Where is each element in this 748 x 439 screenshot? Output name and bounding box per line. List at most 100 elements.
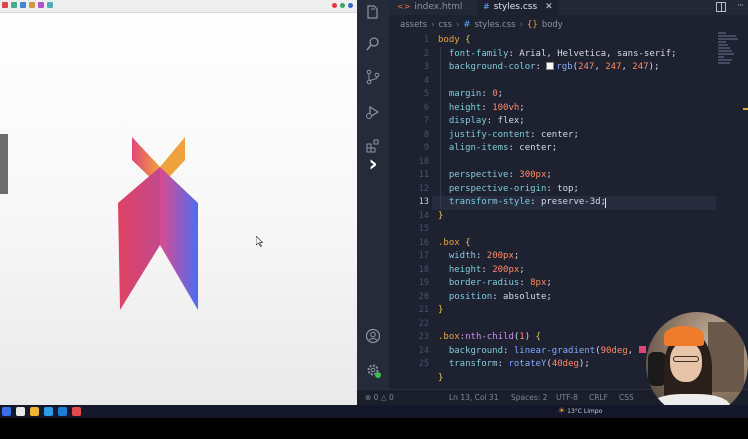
code-line[interactable]: display: flex;: [438, 115, 525, 129]
code-line[interactable]: width: 200px;: [438, 250, 519, 264]
browser-tab-icon[interactable]: [38, 2, 44, 8]
code-line[interactable]: }: [438, 372, 443, 386]
breadcrumb-item[interactable]: css: [438, 20, 452, 30]
code-token: 40deg: [551, 359, 579, 369]
browser-icon[interactable]: [44, 407, 53, 416]
code-line[interactable]: position: absolute;: [438, 291, 552, 305]
code-token: 200px: [486, 251, 514, 261]
code-line[interactable]: .box {: [438, 237, 471, 251]
code-token: : Arial, Helvetica, sans-serif;: [508, 48, 677, 59]
line-number: 10: [418, 156, 429, 167]
code-token: height: [438, 264, 482, 275]
browser-tab-icon[interactable]: [29, 2, 35, 8]
code-line[interactable]: margin: 0;: [438, 88, 503, 102]
browser-tab-icon[interactable]: [20, 2, 26, 8]
language-mode[interactable]: CSS: [619, 393, 634, 402]
code-token: :: [497, 359, 509, 369]
code-token: justify-content: [438, 129, 531, 140]
run-debug-icon[interactable]: [365, 104, 381, 120]
code-line[interactable]: background-color: rgb(247, 247, 247);: [438, 61, 659, 75]
indentation-setting[interactable]: Spaces: 2: [511, 393, 547, 402]
code-line[interactable]: }: [438, 210, 443, 224]
line-number: 22: [418, 318, 429, 329]
search-icon[interactable]: [16, 407, 25, 416]
code-line[interactable]: font-family: Arial, Helvetica, sans-seri…: [438, 48, 677, 62]
code-line[interactable]: perspective-origin: top;: [438, 183, 579, 197]
files-icon[interactable]: [365, 4, 381, 20]
line-number: 8: [423, 129, 429, 140]
chevron-right-icon[interactable]: ›: [358, 150, 388, 180]
cursor-position[interactable]: Ln 13, Col 31: [449, 393, 498, 402]
code-token: 8px: [530, 278, 547, 288]
weather-widget[interactable]: ☀ 13°C Limpo: [558, 406, 602, 415]
color-swatch[interactable]: [638, 345, 646, 353]
code-line[interactable]: .box:nth-child(1) {: [438, 331, 541, 345]
browser-tab-icon[interactable]: [11, 2, 17, 8]
extension-icon[interactable]: [348, 3, 353, 8]
code-line[interactable]: justify-content: center;: [438, 129, 579, 143]
code-token: transform: [438, 359, 498, 369]
sun-icon: ☀: [558, 406, 566, 415]
folder-icon[interactable]: [30, 407, 39, 416]
code-token: 100vh: [492, 102, 520, 113]
tab-styles-css[interactable]: # styles.css ✕: [477, 0, 559, 15]
code-line[interactable]: transform: rotateY(40deg);: [438, 358, 590, 372]
split-editor-icon[interactable]: [716, 2, 726, 12]
line-ending-setting[interactable]: CRLF: [589, 393, 608, 402]
tab-index-html[interactable]: <> index.html: [397, 0, 462, 15]
color-swatch[interactable]: [546, 62, 555, 70]
extension-icon[interactable]: [332, 3, 337, 8]
code-token: display: [438, 116, 487, 126]
code-line[interactable]: }: [438, 304, 443, 318]
code-line[interactable]: background: linear-gradient(90deg,: [438, 345, 646, 359]
line-number: 23: [418, 332, 429, 342]
code-line[interactable]: height: 200px;: [438, 264, 525, 278]
breadcrumb-item[interactable]: body: [542, 20, 563, 30]
vscode-icon[interactable]: [58, 407, 67, 416]
browser-tab-icon[interactable]: [47, 2, 53, 8]
encoding-setting[interactable]: UTF-8: [556, 393, 578, 402]
webcam-overlay: [646, 312, 748, 417]
breadcrumb-item[interactable]: assets: [400, 20, 427, 30]
code-line[interactable]: align-items: center;: [438, 142, 557, 156]
line-number: 24: [418, 345, 429, 356]
code-token: :: [481, 89, 493, 99]
code-token: {: [459, 35, 471, 45]
start-icon[interactable]: [2, 407, 11, 416]
code-token: ;: [497, 89, 504, 99]
close-icon[interactable]: ✕: [545, 2, 553, 12]
line-number: 1: [423, 35, 429, 45]
breadcrumb: assets › css › # styles.css › {} body: [400, 18, 563, 32]
code-token: :: [503, 345, 514, 356]
breadcrumb-item[interactable]: styles.css: [475, 20, 516, 30]
code-token: 247: [605, 62, 622, 72]
source-control-icon[interactable]: [365, 69, 381, 85]
code-token: background: [438, 345, 504, 356]
settings-icon[interactable]: [365, 362, 381, 378]
search-icon[interactable]: [365, 36, 381, 52]
code-line[interactable]: height: 100vh;: [438, 102, 525, 116]
symbol-icon: {}: [526, 20, 538, 30]
account-icon[interactable]: [365, 328, 381, 344]
code-line[interactable]: body {: [438, 34, 471, 48]
more-actions-icon[interactable]: ···: [737, 0, 744, 13]
app-icon[interactable]: [72, 407, 81, 416]
side-panel-handle[interactable]: [0, 134, 8, 194]
minimap[interactable]: [718, 32, 740, 72]
code-token: .box: [438, 332, 460, 342]
code-line[interactable]: border-radius: 8px;: [438, 277, 552, 291]
code-token: font-family: [438, 48, 509, 59]
line-number: 3: [423, 62, 429, 72]
code-token: perspective-origin: [438, 183, 547, 194]
text-cursor: [605, 198, 606, 208]
line-number: 5: [423, 89, 429, 99]
browser-tab-icon[interactable]: [2, 2, 8, 8]
tab-label: styles.css: [493, 2, 538, 12]
code-line[interactable]: perspective: 300px;: [438, 169, 552, 183]
extension-icon[interactable]: [340, 3, 345, 8]
problems-indicator[interactable]: ⊗ 0 △ 0: [365, 393, 394, 402]
code-token: 200px: [492, 264, 520, 275]
code-token: ;: [546, 278, 552, 288]
code-line[interactable]: transform-style: preserve-3d;: [438, 196, 606, 210]
code-token: {: [530, 332, 541, 342]
